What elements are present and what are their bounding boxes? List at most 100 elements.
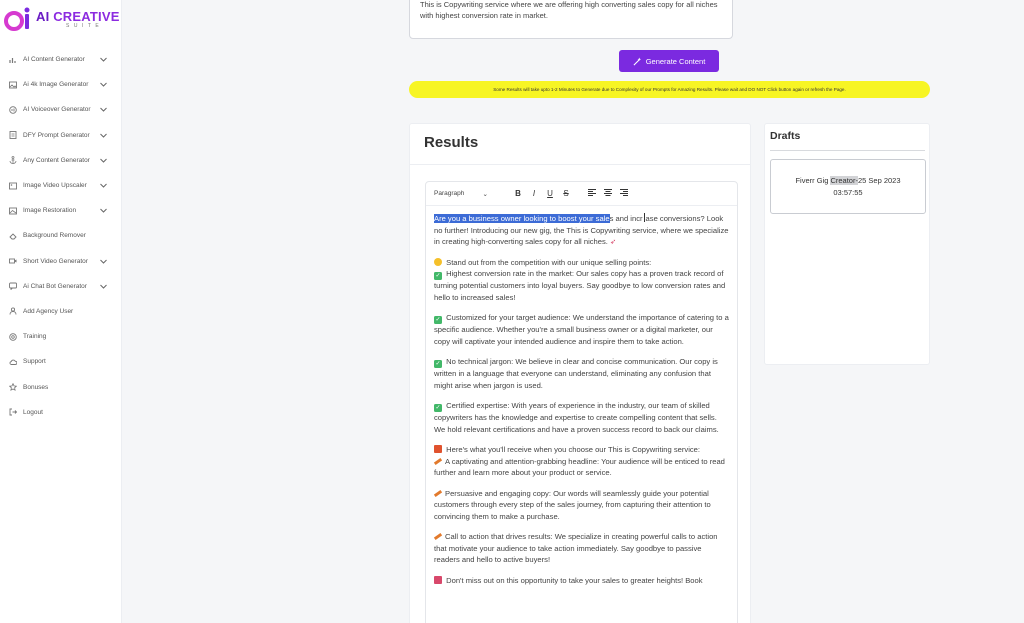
sidebar-item-ai-4k-image-generator[interactable]: Ai 4k Image Generator — [0, 72, 122, 97]
sidebar: AI CREATIVE SUITE AI Content Generator Ai… — [0, 0, 122, 623]
bold-button[interactable]: B — [510, 189, 526, 198]
trophy-icon — [434, 445, 442, 453]
sidebar-item-label: AI Content Generator — [23, 56, 85, 64]
content-paragraph: ✓ No technical jargon: We believe in cle… — [434, 357, 718, 390]
sidebar-item-training[interactable]: Training — [0, 324, 122, 349]
check-icon: ✓ — [434, 404, 442, 412]
sidebar-item-image-video-upscaler[interactable]: Image Video Upscaler — [0, 173, 122, 198]
chevron-down-icon[interactable] — [100, 82, 110, 87]
check-icon: ✓ — [434, 360, 442, 368]
content-paragraph: Are you a business owner looking to boos… — [434, 213, 729, 246]
generate-content-label: Generate Content — [645, 56, 706, 66]
editor-content[interactable]: Are you a business owner looking to boos… — [426, 206, 737, 586]
logout-icon — [8, 408, 17, 417]
sidebar-item-short-video-generator[interactable]: Short Video Generator — [0, 249, 122, 274]
chevron-down-icon[interactable] — [100, 183, 110, 188]
text-cursor — [643, 213, 645, 222]
chevron-down-icon[interactable] — [100, 158, 110, 163]
rich-text-editor[interactable]: Paragraph ⌄ B I U S Are you a business o… — [425, 181, 738, 623]
rocket-icon: ➶ — [610, 237, 617, 246]
sidebar-item-label: Support — [23, 358, 46, 366]
align-right-icon[interactable] — [616, 189, 632, 198]
drafts-card: Drafts Fiverr Gig Creator-25 Sep 2023 03… — [764, 123, 930, 365]
sidebar-item-label: Background Remover — [23, 232, 86, 240]
format-select-value: Paragraph — [434, 190, 465, 197]
chevron-down-icon[interactable] — [100, 107, 110, 113]
sidebar-item-ai-voiceover-generator[interactable]: AI Voiceover Generator — [0, 97, 122, 122]
content-paragraph: Don't miss out on this opportunity to ta… — [434, 575, 729, 587]
voice-icon — [8, 105, 17, 114]
sidebar-item-label: Add Agency User — [23, 307, 74, 315]
italic-button[interactable]: I — [526, 189, 542, 198]
chevron-down-icon[interactable] — [100, 133, 110, 138]
help-icon — [8, 332, 17, 341]
align-center-icon[interactable] — [600, 189, 616, 198]
check-icon: ✓ — [434, 316, 442, 324]
sidebar-item-bonuses[interactable]: Bonuses — [0, 374, 122, 399]
draft-name: Fiverr Gig — [795, 175, 831, 185]
format-select[interactable]: Paragraph ⌄ — [434, 190, 496, 198]
editor-toolbar: Paragraph ⌄ B I U S — [426, 182, 737, 206]
sidebar-item-logout[interactable]: Logout — [0, 400, 122, 425]
content-paragraph: Here's what you'll receive when you choo… — [433, 445, 725, 477]
sidebar-item-label: Image Restoration — [23, 207, 77, 215]
chat-icon — [8, 282, 17, 291]
logo-mark-icon — [4, 6, 34, 32]
sidebar-item-ai-content-generator[interactable]: AI Content Generator — [0, 47, 122, 72]
sidebar-item-image-restoration[interactable]: Image Restoration — [0, 198, 122, 223]
sidebar-item-add-agency-user[interactable]: Add Agency User — [0, 299, 122, 324]
content-paragraph: ✓ Customized for your target audience: W… — [434, 313, 729, 346]
sidebar-item-label: Any Content Generator — [23, 156, 90, 164]
content-paragraph: Stand out from the competition with our … — [434, 257, 726, 302]
sidebar-item-label: DFY Prompt Generator — [23, 131, 90, 139]
sidebar-item-label: Training — [23, 333, 47, 341]
magic-wand-icon — [633, 56, 641, 65]
content-paragraph: Persuasive and engaging copy: Our words … — [433, 488, 711, 521]
cloud-icon — [8, 357, 17, 366]
content-paragraph: Call to action that drives results: We s… — [433, 532, 718, 564]
sidebar-item-ai-chat-bot-generator[interactable]: Ai Chat Bot Generator — [0, 274, 122, 299]
brand-title: CREATIVE — [53, 8, 120, 24]
draft-name-highlight: Creator- — [830, 175, 858, 185]
sidebar-item-support[interactable]: Support — [0, 349, 122, 374]
chevron-down-icon[interactable] — [100, 259, 110, 264]
drafts-title: Drafts — [770, 130, 801, 142]
strikethrough-button[interactable]: S — [558, 189, 574, 198]
sidebar-item-label: Image Video Upscaler — [23, 182, 87, 190]
image-icon — [8, 80, 17, 89]
generate-content-button[interactable]: Generate Content — [619, 50, 719, 72]
brand-logo[interactable]: AI CREATIVE SUITE — [4, 4, 122, 34]
sidebar-item-any-content-generator[interactable]: Any Content Generator — [0, 148, 122, 173]
picture-icon — [8, 181, 17, 190]
prompt-textarea[interactable]: This is Copywriting service where we are… — [409, 0, 733, 39]
chevron-down-icon[interactable] — [100, 57, 110, 62]
content-paragraph: ✓ Certified expertise: With years of exp… — [434, 401, 719, 434]
align-left-icon[interactable] — [584, 189, 600, 198]
underline-button[interactable]: U — [542, 189, 558, 198]
sidebar-item-background-remover[interactable]: Background Remover — [0, 223, 122, 248]
photo-icon — [8, 206, 17, 215]
wait-notice: Some Results will take upto 1-2 Minutes … — [409, 81, 930, 98]
results-card: Results Paragraph ⌄ B I U S Are you a bu… — [409, 123, 751, 623]
sidebar-item-label: Short Video Generator — [23, 257, 88, 265]
megaphone-icon — [434, 575, 442, 584]
sidebar-item-label: Logout — [23, 408, 43, 416]
document-icon — [8, 131, 17, 140]
sidebar-item-dfy-prompt-generator[interactable]: DFY Prompt Generator — [0, 123, 122, 148]
chevron-down-icon: ⌄ — [482, 190, 488, 198]
star-icon — [434, 257, 442, 266]
results-title: Results — [424, 134, 479, 151]
sidebar-nav: AI Content Generator Ai 4k Image Generato… — [0, 47, 122, 425]
draft-item[interactable]: Fiverr Gig Creator-25 Sep 2023 03:57:55 — [770, 159, 926, 214]
pencil-icon — [433, 532, 443, 541]
chevron-down-icon[interactable] — [100, 208, 110, 213]
pencil-icon — [433, 489, 443, 497]
star-icon — [8, 383, 17, 392]
sidebar-item-label: Ai Chat Bot Generator — [23, 282, 87, 290]
selected-text: Are you a business owner looking to boos… — [434, 214, 610, 223]
bar-chart-icon — [8, 55, 17, 64]
brand-subtitle: SUITE — [66, 22, 104, 29]
results-divider — [410, 164, 750, 165]
draft-date: 25 Sep 2023 — [857, 175, 901, 185]
chevron-down-icon[interactable] — [100, 284, 110, 289]
